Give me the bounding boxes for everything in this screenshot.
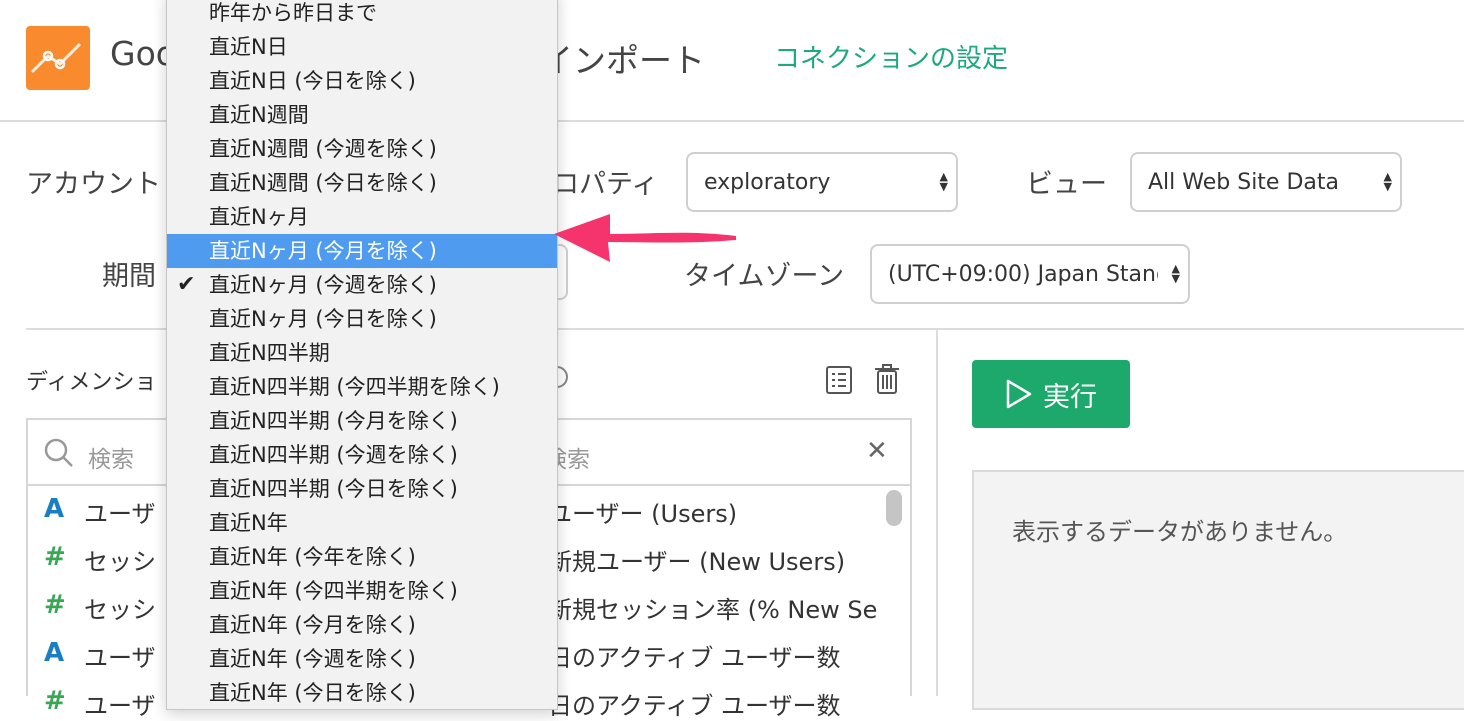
period-option[interactable]: 直近N年 [167,506,557,540]
period-option-label: 直近N年 [209,511,288,535]
select-arrows-icon: ▲ ▼ [1171,262,1180,285]
clear-search-icon[interactable]: ✕ [866,436,888,466]
period-option[interactable]: 直近N四半期 (今四半期を除く) [167,370,557,404]
view-select[interactable]: All Web Site Data ▲ ▼ [1130,152,1402,212]
period-dropdown-menu[interactable]: 昨年から昨日まで 直近N日直近N日 (今日を除く) 直近N週間直近N週間 (今週を除… [166,0,558,710]
period-option-label: 直近N四半期 (今四半期を除く) [209,375,500,399]
period-option[interactable]: 昨年から昨日まで [167,0,557,30]
dimension-list-item[interactable]: 日のアクティブ ユーザー数 [548,638,878,673]
annotation-arrow [554,214,736,262]
period-option-label: 直近N四半期 (今日を除く) [209,477,458,501]
period-option-label: 直近N年 (今四半期を除く) [209,579,458,603]
period-option-label: 直近N年 (今月を除く) [209,613,416,637]
period-option[interactable]: 直近N四半期 (今月を除く) [167,404,557,438]
period-option-label: 直近N日 (今日を除く) [209,69,416,93]
period-option[interactable]: 直近N四半期 (今日を除く) [167,472,557,506]
run-button-label: 実行 [1043,381,1097,413]
list-scrollbar[interactable] [886,490,902,526]
period-option-label: 直近N年 (今日を除く) [209,681,416,705]
play-icon [1006,379,1032,409]
import-title: インポート [540,41,705,80]
period-option-label: 直近N日 [209,35,288,59]
period-option-label: 直近N四半期 [209,341,330,365]
dimension-list-item[interactable]: 日のアクティブ ユーザー数 [548,686,878,721]
dimension-list-item[interactable]: セッシ [84,590,156,625]
period-option[interactable]: 直近N四半期 [167,336,557,370]
connection-settings-link[interactable]: コネクションの設定 [774,38,1008,75]
period-option[interactable]: 直近N年 (今週を除く) [167,642,557,676]
select-arrows-icon: ▲ ▼ [939,170,948,193]
dimensions-label: ディメンショ [26,370,157,395]
select-arrows-icon: ▲ ▼ [1383,170,1392,193]
view-label: ビュー [1026,169,1107,200]
checkmark-icon: ✔ [177,272,196,297]
property-select-value: exploratory [704,169,831,195]
period-option[interactable]: 直近N日 (今日を除く) [167,64,557,98]
dimension-list-item[interactable]: ユーザ [84,638,156,673]
search-input-left[interactable]: 検索 [88,440,134,474]
period-option[interactable]: 直近Nヶ月 (今月を除く) [167,234,557,268]
number-type-icon: # [44,590,66,620]
dimension-list-item[interactable]: ユーザー (Users) [548,494,878,529]
property-label: ロパティ [552,169,659,200]
empty-result-message: 表示するデータがありません。 [1012,518,1348,546]
period-option[interactable]: 直近Nヶ月 [167,200,557,234]
search-icon [44,438,74,472]
period-option-label: 昨年から昨日まで [209,1,377,25]
dimension-list-item[interactable]: ユーザ [84,686,156,721]
period-option-label: 直近N週間 (今週を除く) [209,137,437,161]
account-label: アカウント [26,169,161,200]
dimension-list-item[interactable]: 新規セッション率 (% New Se [548,590,878,625]
timezone-select-value: (UTC+09:00) Japan Standard Time [888,261,1158,287]
google-analytics-logo [26,26,90,90]
view-select-value: All Web Site Data [1148,169,1339,195]
dimension-list-item[interactable]: ユーザ [84,494,156,529]
number-type-icon: # [44,542,66,572]
period-option-label: 直近Nヶ月 (今月を除く) [209,239,437,263]
timezone-select[interactable]: (UTC+09:00) Japan Standard Time ▲▼ [870,244,1190,304]
text-type-icon: A [44,494,65,524]
period-option-label: 直近Nヶ月 [209,205,309,229]
period-option[interactable]: 直近N四半期 (今週を除く) [167,438,557,472]
text-type-icon: A [44,638,65,668]
period-option[interactable]: 直近N週間 (今日を除く) [167,166,557,200]
period-option-label: 直近N年 (今年を除く) [209,545,416,569]
panel-divider [936,330,938,696]
trash-icon[interactable] [874,364,900,398]
period-option[interactable]: 直近N年 (今四半期を除く) [167,574,557,608]
period-option[interactable]: ✔ 直近Nヶ月 (今週を除く) [167,268,557,302]
period-option[interactable]: 直近N年 (今年を除く) [167,540,557,574]
number-type-icon: # [44,686,66,716]
period-option-label: 直近N年 (今週を除く) [209,647,416,671]
run-button[interactable]: 実行 [972,360,1130,428]
period-option[interactable]: 直近N年 (今日を除く) [167,676,557,709]
period-option[interactable]: 直近N週間 (今週を除く) [167,132,557,166]
period-option[interactable]: 直近N年 (今月を除く) [167,608,557,642]
period-option[interactable]: 直近Nヶ月 (今日を除く) [167,302,557,336]
period-option-label: 直近N週間 [209,103,309,127]
period-option[interactable]: 直近N週間 [167,98,557,132]
period-label: 期間 [102,261,156,292]
dimension-list-item[interactable]: 新規ユーザー (New Users) [548,542,878,577]
select-list-icon[interactable] [826,366,852,398]
period-option-label: 直近N四半期 (今月を除く) [209,409,458,433]
dimension-list-item[interactable]: セッシ [84,542,156,577]
result-panel [972,470,1464,710]
period-option-label: 直近Nヶ月 (今週を除く) [209,273,437,297]
period-option-label: 直近N週間 (今日を除く) [209,171,437,195]
period-option[interactable]: 直近N日 [167,30,557,64]
period-option-label: 直近N四半期 (今週を除く) [209,443,458,467]
period-option-label: 直近Nヶ月 (今日を除く) [209,307,437,331]
